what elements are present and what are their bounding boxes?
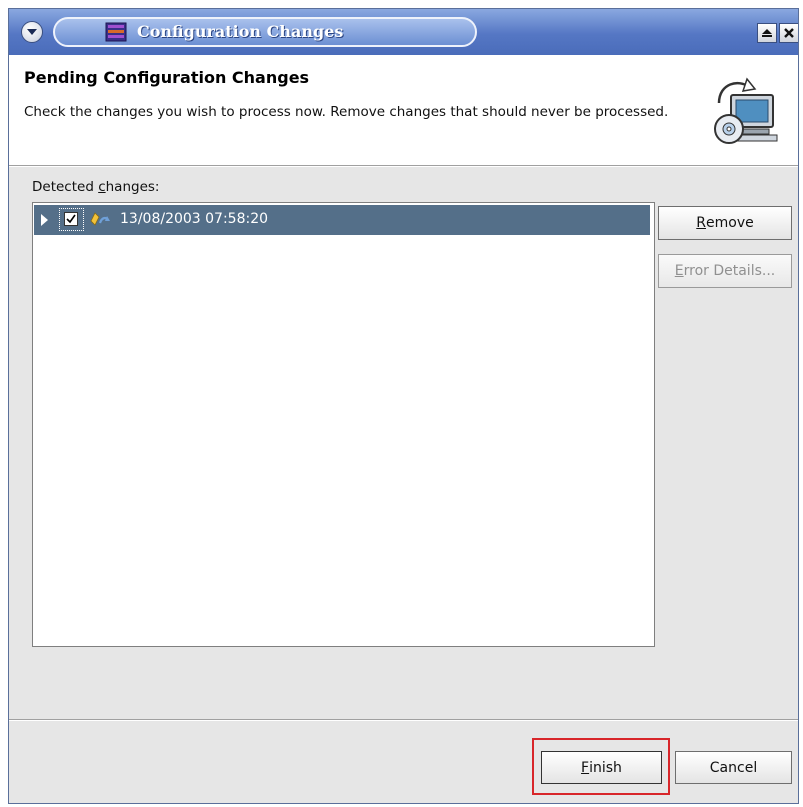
chevron-down-icon: [27, 29, 37, 35]
title-pill: Configuration Changes: [53, 17, 477, 47]
window-title: Configuration Changes: [137, 22, 344, 41]
error-details-mnemonic: E: [674, 263, 684, 279]
finish-button[interactable]: Finish: [541, 751, 662, 784]
eclipse-app-icon: [105, 22, 127, 42]
button-bar-separator-highlight: [9, 720, 798, 721]
error-details-label: rror Details...: [683, 263, 776, 279]
page-description: Check the changes you wish to process no…: [24, 104, 669, 120]
finish-mnemonic: F: [581, 759, 590, 776]
remove-label: emove: [706, 215, 754, 231]
configuration-changes-window: Configuration Changes Pending Configurat…: [8, 8, 799, 804]
wizard-header: Pending Configuration Changes Check the …: [9, 55, 798, 166]
detected-changes-label: Detected changes:: [32, 179, 159, 195]
header-separator: [9, 166, 798, 167]
close-icon: [784, 28, 794, 38]
tree-row[interactable]: 13/08/2003 07:58:20: [34, 205, 650, 235]
expand-arrow-icon[interactable]: [41, 214, 48, 226]
checkbox-focus-outline: [59, 208, 84, 231]
finish-label: inish: [589, 759, 622, 776]
configuration-change-icon: [90, 212, 110, 226]
window-menu-button[interactable]: [21, 21, 43, 43]
remove-mnemonic: R: [696, 215, 706, 231]
label-prefix: Detected: [32, 179, 99, 195]
close-button[interactable]: [779, 23, 798, 43]
error-details-button[interactable]: Error Details...: [658, 254, 792, 288]
remove-button[interactable]: Remove: [658, 206, 792, 240]
detected-changes-tree[interactable]: 13/08/2003 07:58:20: [32, 202, 655, 647]
change-checkbox[interactable]: [64, 212, 78, 226]
cancel-button[interactable]: Cancel: [675, 751, 792, 784]
label-mnemonic: c: [98, 179, 106, 195]
title-bar[interactable]: Configuration Changes: [9, 9, 798, 56]
maximize-button[interactable]: [757, 23, 777, 43]
maximize-icon: [762, 29, 772, 37]
configuration-wizard-icon: [714, 77, 778, 144]
checkmark-icon: [66, 214, 76, 224]
label-rest: hanges:: [105, 179, 160, 195]
page-title: Pending Configuration Changes: [24, 68, 310, 87]
change-timestamp: 13/08/2003 07:58:20: [120, 211, 269, 227]
